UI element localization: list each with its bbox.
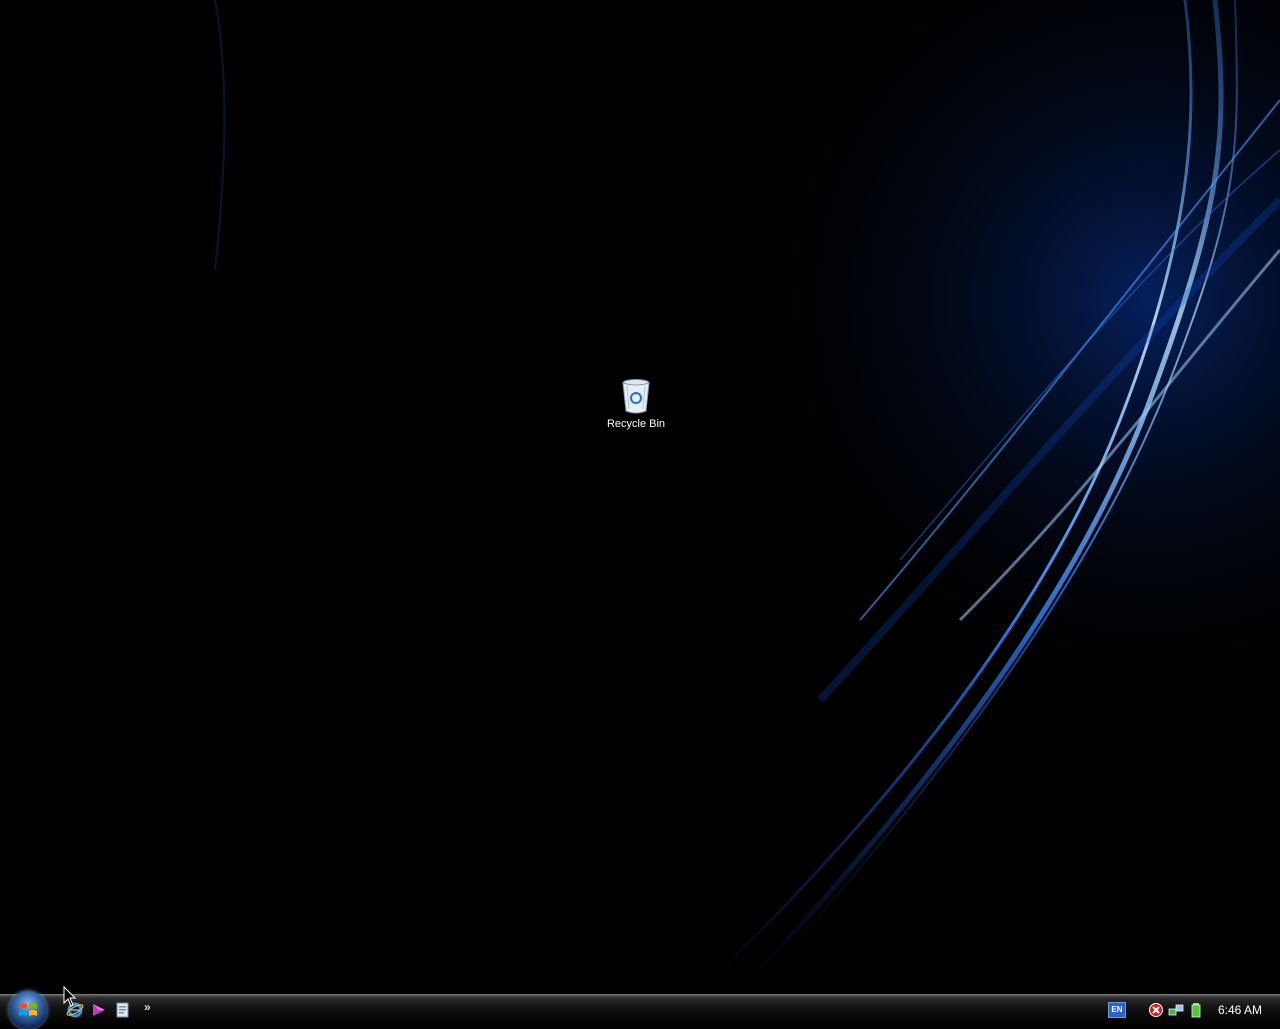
clock[interactable]: 6:46 AM <box>1218 1003 1262 1017</box>
wallpaper-swirl <box>0 0 1280 994</box>
language-bar[interactable]: EN <box>1107 1002 1126 1018</box>
recycle-bin-label: Recycle Bin <box>606 418 666 430</box>
taskbar: » EN 6:46 AM <box>0 991 1280 1029</box>
desktop[interactable]: Recycle Bin <box>0 0 1280 994</box>
quick-launch-overflow-button[interactable]: » <box>144 1000 151 1014</box>
network-icon[interactable] <box>1168 1002 1184 1018</box>
notification-area: EN 6:46 AM <box>1107 995 1280 1025</box>
start-button[interactable] <box>9 991 47 1029</box>
recycle-bin-icon <box>622 379 650 414</box>
windows-start-orb-icon <box>19 1003 37 1016</box>
media-player-icon[interactable] <box>90 1001 108 1019</box>
recycle-bin-shortcut[interactable]: Recycle Bin <box>596 378 676 430</box>
mouse-cursor-icon <box>63 986 77 1007</box>
security-alert-icon[interactable] <box>1148 1002 1164 1018</box>
battery-icon[interactable] <box>1188 1002 1204 1018</box>
show-desktop-icon[interactable] <box>114 1001 132 1019</box>
quick-launch-toolbar: » <box>66 999 151 1021</box>
